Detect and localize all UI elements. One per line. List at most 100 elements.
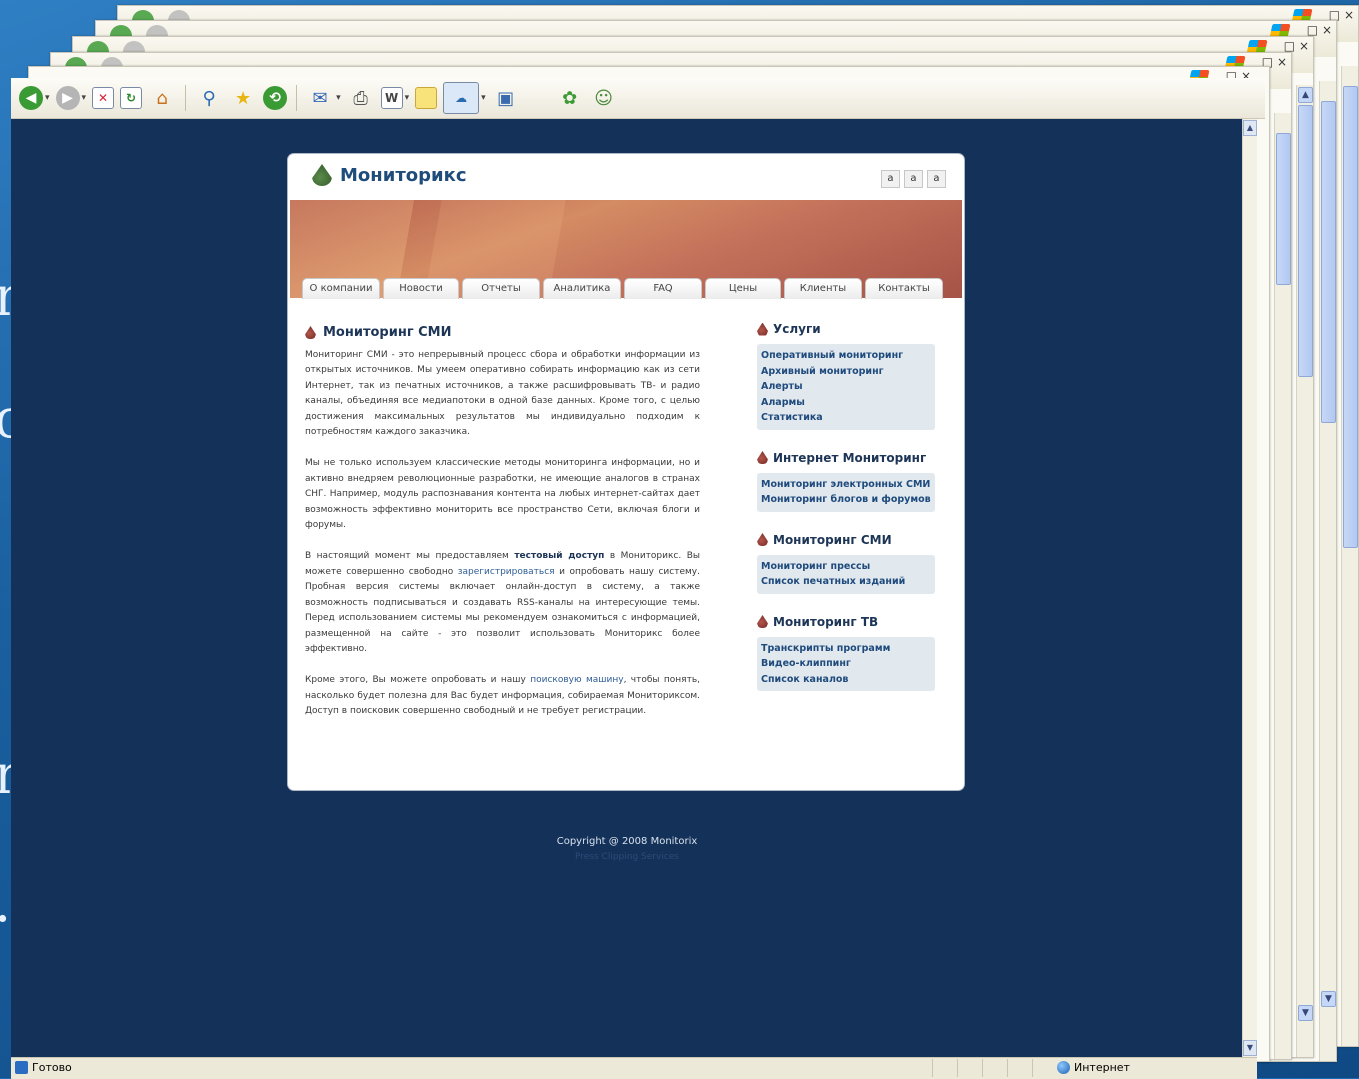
drop-bullet-icon — [757, 451, 768, 464]
scroll-down-arrow-icon[interactable]: ▼ — [1298, 1005, 1313, 1021]
sidebar-box-tv: Транскрипты программ Видео-клиппинг Спис… — [757, 636, 935, 691]
print-button[interactable]: ⎙ — [347, 84, 375, 112]
font-size-large-button[interactable]: a — [927, 170, 946, 188]
article-heading: Мониторинг СМИ — [305, 325, 700, 340]
stacked-scrollbar[interactable] — [1274, 113, 1291, 1059]
tab-prices[interactable]: Цены — [705, 278, 781, 299]
test-access-link[interactable]: тестовый доступ — [514, 551, 604, 561]
toolbar-separator — [185, 85, 187, 111]
messenger-dropdown-icon[interactable]: ▾ — [481, 93, 486, 103]
sidebar-heading-services: Услуги — [757, 322, 935, 336]
back-dropdown-icon[interactable]: ▾ — [45, 93, 50, 103]
mail-button[interactable]: ✉ — [306, 84, 334, 112]
history-button[interactable]: ⟲ — [263, 86, 288, 110]
sidebar-link-blogs[interactable]: Мониторинг блогов и форумов — [761, 492, 931, 508]
sidebar-link-alerts[interactable]: Алерты — [761, 379, 931, 395]
sidebar-box-internet: Мониторинг электронных СМИ Мониторинг бл… — [757, 472, 935, 512]
scroll-down-arrow-icon[interactable]: ▼ — [1321, 991, 1336, 1007]
site-container: Мониторикс a a a О компании Новости Отче… — [288, 154, 964, 790]
sidebar-box-services: Оперативный мониторинг Архивный монитори… — [757, 344, 935, 430]
status-divider — [1007, 1059, 1008, 1077]
mail-dropdown-icon[interactable]: ▾ — [336, 93, 341, 103]
status-divider — [957, 1059, 958, 1077]
article-paragraph-4: Кроме этого, Вы можете опробовать и нашу… — [305, 675, 701, 717]
article-paragraph-2: Мы не только используем классические мет… — [305, 458, 700, 531]
stop-button[interactable]: ✕ — [92, 87, 115, 109]
back-button[interactable]: ◀ — [19, 86, 43, 110]
browser-toolbar: ◀ ▾ ▶ ▾ ✕ ↻ ⌂ ⚲ ★ ⟲ ✉ ▾ ⎙ W ▾ ☁ ▾ ▣ ✿ ☺ — [11, 78, 1265, 119]
article-paragraph-3: В настоящий момент мы предоставляем тест… — [305, 551, 700, 654]
search-button[interactable]: ⚲ — [195, 84, 223, 112]
status-zone: Интернет — [1057, 1061, 1130, 1074]
toolbar-separator — [296, 85, 298, 111]
scroll-thumb[interactable] — [1321, 101, 1336, 423]
browser-window[interactable]: ◀ ▾ ▶ ▾ ✕ ↻ ⌂ ⚲ ★ ⟲ ✉ ▾ ⎙ W ▾ ☁ ▾ ▣ ✿ ☺ … — [11, 78, 1265, 1079]
font-size-medium-button[interactable]: a — [904, 170, 923, 188]
footer-copyright: Copyright @ 2008 Monitorix — [556, 836, 698, 847]
register-link[interactable]: зарегистрироваться — [458, 567, 555, 577]
ie-page-icon — [15, 1061, 28, 1074]
favorites-button[interactable]: ★ — [229, 84, 257, 112]
sidebar-link-print-list[interactable]: Список печатных изданий — [761, 574, 931, 590]
scroll-thumb[interactable] — [1343, 86, 1358, 548]
font-size-switcher: a a a — [881, 170, 946, 188]
sidebar-link-online-media[interactable]: Мониторинг электронных СМИ — [761, 477, 931, 493]
drop-bullet-icon — [757, 533, 768, 546]
footer-subtitle: Press Clipping Services — [575, 852, 679, 862]
article-paragraph-1: Мониторинг СМИ - это непрерывный процесс… — [305, 350, 700, 438]
scroll-down-arrow-icon[interactable]: ▼ — [1243, 1040, 1257, 1056]
tab-clients[interactable]: Клиенты — [784, 278, 862, 299]
stacked-scrollbar[interactable]: ▲ ▼ — [1296, 85, 1313, 1057]
status-bar: Готово Интернет — [11, 1057, 1257, 1079]
status-divider — [1032, 1059, 1033, 1077]
sidebar-link-video[interactable]: Видео-клиппинг — [761, 656, 931, 672]
scroll-up-arrow-icon[interactable]: ▲ — [1298, 87, 1313, 103]
scroll-up-arrow-icon[interactable]: ▲ — [1243, 120, 1257, 136]
sidebar-link-transcripts[interactable]: Транскрипты программ — [761, 641, 931, 657]
search-engine-link[interactable]: поисковую машину — [530, 675, 623, 685]
article-title: Мониторинг СМИ — [323, 325, 452, 340]
research-button[interactable]: ▣ — [492, 84, 520, 112]
drop-bullet-icon — [305, 326, 316, 339]
drop-bullet-icon — [757, 615, 768, 628]
font-size-small-button[interactable]: a — [881, 170, 900, 188]
icq-button[interactable]: ✿ — [556, 84, 584, 112]
edit-dropdown-icon[interactable]: ▾ — [405, 93, 410, 103]
sidebar-link-press[interactable]: Мониторинг прессы — [761, 559, 931, 575]
tab-contacts[interactable]: Контакты — [865, 278, 943, 299]
site-logo[interactable]: Мониторикс — [312, 164, 467, 186]
messenger-button[interactable]: ☁ — [443, 82, 480, 114]
tab-news[interactable]: Новости — [383, 278, 459, 299]
zone-text: Интернет — [1074, 1061, 1130, 1074]
sidebar-heading-media: Мониторинг СМИ — [757, 533, 935, 547]
nav-tabs: О компании Новости Отчеты Аналитика FAQ … — [302, 278, 943, 299]
tab-reports[interactable]: Отчеты — [462, 278, 540, 299]
sidebar-link-statistics[interactable]: Статистика — [761, 410, 931, 426]
logo-drop-icon — [312, 164, 332, 186]
sidebar-link-alarms[interactable]: Алармы — [761, 395, 931, 411]
contacts-button[interactable]: ☺ — [590, 84, 618, 112]
sidebar-box-media: Мониторинг прессы Список печатных издани… — [757, 554, 935, 594]
forward-button[interactable]: ▶ — [55, 86, 80, 110]
refresh-button[interactable]: ↻ — [120, 87, 143, 109]
tab-about[interactable]: О компании — [302, 278, 380, 299]
article: Мониторинг СМИ Мониторинг СМИ - это непр… — [305, 325, 700, 736]
stacked-scrollbar[interactable]: ▼ — [1319, 81, 1336, 1061]
forward-dropdown-icon[interactable]: ▾ — [82, 93, 87, 103]
home-button[interactable]: ⌂ — [148, 84, 176, 112]
sidebar-link-operative[interactable]: Оперативный мониторинг — [761, 348, 931, 364]
tab-faq[interactable]: FAQ — [624, 278, 702, 299]
status-divider — [932, 1059, 933, 1077]
scroll-thumb[interactable] — [1276, 133, 1291, 285]
discuss-button[interactable] — [415, 87, 438, 109]
scroll-thumb[interactable] — [1298, 105, 1313, 377]
tab-analytics[interactable]: Аналитика — [543, 278, 621, 299]
sidebar-link-archive[interactable]: Архивный мониторинг — [761, 364, 931, 380]
status-left: Готово — [15, 1061, 72, 1074]
page-scrollbar[interactable]: ▲ ▼ — [1242, 119, 1257, 1057]
sidebar-link-channels[interactable]: Список каналов — [761, 672, 931, 688]
stacked-scrollbar[interactable] — [1341, 66, 1358, 1046]
logo-text: Мониторикс — [340, 164, 467, 186]
status-divider — [982, 1059, 983, 1077]
edit-button[interactable]: W — [380, 87, 403, 109]
